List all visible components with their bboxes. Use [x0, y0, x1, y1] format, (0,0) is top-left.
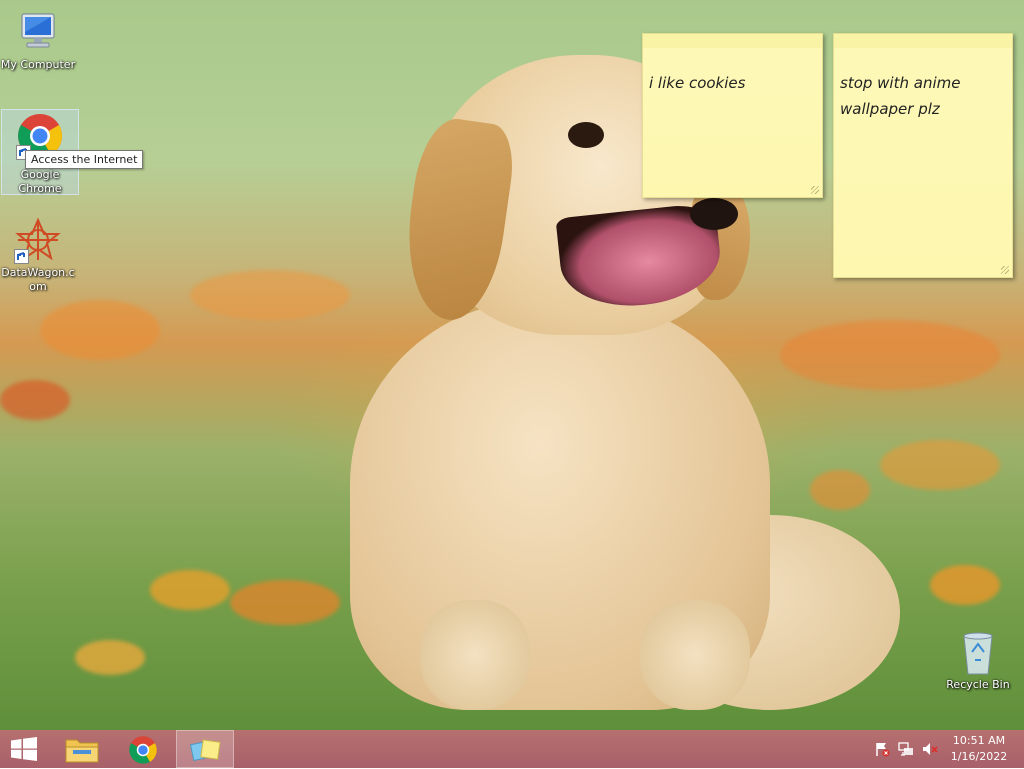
puppy-eye: [568, 122, 604, 148]
resize-grip-icon[interactable]: [811, 186, 819, 194]
sticky-notes-icon: [189, 737, 222, 767]
taskbar-file-explorer-button[interactable]: [58, 730, 108, 768]
recycle-bin-icon: [958, 630, 998, 676]
desktop-icon-label: DataWagon.com: [1, 266, 75, 293]
clock-time: 10:51 AM: [952, 734, 1006, 747]
flower: [780, 320, 1000, 390]
shortcut-arrow-icon: [14, 249, 29, 264]
sticky-note-text[interactable]: i like cookies: [643, 48, 822, 96]
clock-date: 1/16/2022: [950, 750, 1008, 763]
folder-icon: [65, 735, 99, 767]
computer-icon: [14, 8, 62, 56]
network-icon[interactable]: [898, 741, 914, 757]
flower: [230, 580, 340, 625]
taskbar-sticky-notes-button[interactable]: [176, 730, 234, 768]
flower: [40, 300, 160, 360]
desktop-icon-label: My Computer: [0, 58, 76, 71]
datawagon-icon: [14, 216, 62, 264]
volume-muted-icon[interactable]: [922, 741, 938, 757]
system-clock[interactable]: 10:51 AM 1/16/2022: [944, 733, 1014, 765]
sticky-note-text[interactable]: stop with anime wallpaper plz: [834, 48, 1012, 122]
flower: [930, 565, 1000, 605]
desktop-icon-datawagon[interactable]: DataWagon.com: [0, 210, 76, 294]
resize-grip-icon[interactable]: [1001, 266, 1009, 274]
puppy-paw: [640, 600, 750, 710]
puppy-paw: [420, 600, 530, 710]
taskbar: 10:51 AM 1/16/2022: [0, 730, 1024, 768]
action-center-flag-icon[interactable]: [874, 741, 890, 757]
tooltip: Access the Internet: [25, 150, 144, 169]
flower: [880, 440, 1000, 490]
flower: [0, 380, 70, 420]
flower: [150, 570, 230, 610]
desktop-icon-my-computer[interactable]: My Computer: [0, 2, 76, 72]
puppy-nose: [690, 198, 738, 230]
flower: [75, 640, 145, 675]
sticky-note[interactable]: stop with anime wallpaper plz: [833, 33, 1013, 278]
desktop-icon-label: Recycle Bin: [946, 678, 1010, 691]
sticky-note[interactable]: i like cookies: [642, 33, 823, 198]
desktop-icon-label: Google Chrome: [18, 168, 62, 195]
flower: [190, 270, 350, 320]
start-button[interactable]: [0, 730, 50, 768]
chrome-icon: [128, 735, 158, 769]
windows-logo-icon: [11, 737, 37, 765]
sticky-note-titlebar[interactable]: [834, 34, 1012, 48]
sticky-note-titlebar[interactable]: [643, 34, 822, 48]
flower: [810, 470, 870, 510]
taskbar-chrome-button[interactable]: [118, 730, 168, 768]
desktop-icon-recycle-bin[interactable]: Recycle Bin: [940, 630, 1016, 691]
